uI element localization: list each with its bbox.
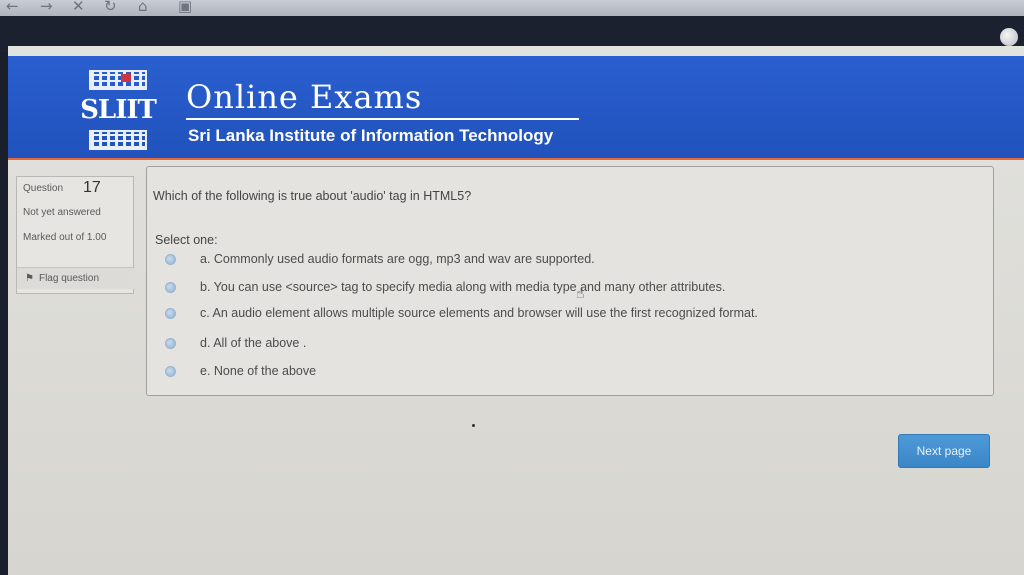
question-number: 17 (83, 179, 101, 196)
flag-question-button[interactable]: ⚑ Flag question (17, 267, 135, 289)
exam-page: SLIIT Online Exams Sri Lanka Institute o… (8, 46, 1024, 575)
page-title: Online Exams (186, 78, 423, 116)
question-text: Which of the following is true about 'au… (153, 189, 472, 203)
logo-text: SLIIT (80, 95, 157, 125)
page-subtitle: Sri Lanka Institute of Information Techn… (188, 126, 554, 145)
radio-button[interactable] (165, 253, 176, 265)
title-divider (186, 118, 579, 120)
radio-button[interactable] (165, 365, 176, 377)
answer-label: d. All of the above . (200, 336, 307, 350)
flag-icon: ⚑ (25, 273, 34, 284)
answer-status: Not yet answered (23, 207, 101, 218)
hand-cursor-icon: ☝ (576, 286, 585, 302)
window-control-icon[interactable] (1000, 28, 1018, 46)
answer-option-a[interactable]: a. Commonly used audio formats are ogg, … (165, 249, 595, 269)
marked-out-of: Marked out of 1.00 (23, 232, 107, 243)
answer-option-d[interactable]: d. All of the above . (165, 333, 306, 353)
next-page-button[interactable]: Next page (898, 434, 990, 468)
answer-option-e[interactable]: e. None of the above (165, 361, 316, 381)
logo-grid-bottom (89, 130, 147, 150)
answer-label: c. An audio element allows multiple sour… (200, 306, 758, 320)
answer-label: a. Commonly used audio formats are ogg, … (200, 252, 595, 266)
question-label: Question (23, 183, 64, 194)
site-banner: SLIIT Online Exams Sri Lanka Institute o… (8, 56, 1024, 160)
sliit-logo: SLIIT (80, 70, 157, 150)
flag-question-label: Flag question (38, 273, 100, 284)
answer-label: b. You can use <source> tag to specify m… (200, 280, 726, 294)
home-icon[interactable]: ⌂ (138, 0, 148, 15)
forward-arrow-icon[interactable]: → (40, 0, 53, 15)
radio-button[interactable] (165, 307, 176, 319)
radio-button[interactable] (165, 337, 176, 349)
answer-label: e. None of the above (200, 364, 317, 378)
refresh-icon[interactable]: ↻ (104, 0, 117, 15)
screen-speck (472, 424, 475, 427)
logo-grid-top (89, 70, 147, 90)
logo-flag-icon (121, 74, 131, 82)
question-panel: Which of the following is true about 'au… (146, 166, 994, 396)
back-arrow-icon[interactable]: ← (6, 0, 19, 15)
answer-option-c[interactable]: c. An audio element allows multiple sour… (165, 303, 758, 323)
browser-toolbar: ← → ✕ ↻ ⌂ ▣ (0, 0, 1024, 16)
bookmark-icon[interactable]: ▣ (178, 0, 192, 15)
question-info-panel: Question 17 Not yet answered Marked out … (16, 176, 135, 294)
close-icon[interactable]: ✕ (72, 0, 85, 15)
radio-button[interactable] (165, 281, 176, 293)
answer-option-b[interactable]: b. You can use <source> tag to specify m… (165, 277, 725, 297)
select-prompt: Select one: (155, 233, 218, 247)
